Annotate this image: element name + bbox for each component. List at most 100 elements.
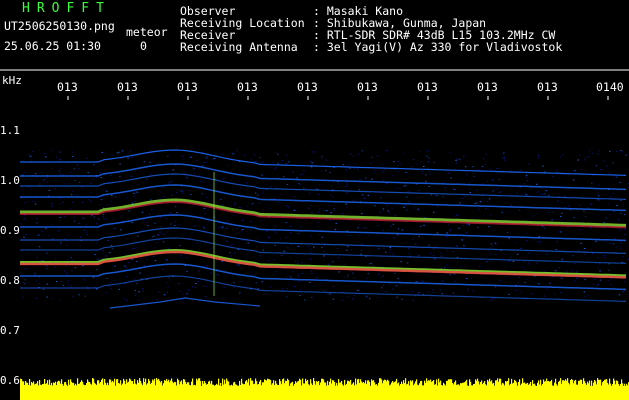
noise-speck xyxy=(121,150,124,152)
noise-speck xyxy=(119,163,121,165)
noise-speck xyxy=(133,195,135,197)
noise-speck xyxy=(457,261,459,263)
noise-speck xyxy=(166,292,168,294)
noise-speck xyxy=(239,207,241,208)
noise-speck xyxy=(63,216,66,218)
noise-speck xyxy=(500,191,502,193)
noise-speck xyxy=(551,219,553,221)
noise-speck xyxy=(50,150,53,152)
noise-speck xyxy=(103,188,106,190)
noise-speck xyxy=(510,256,512,258)
noise-speck xyxy=(573,217,575,219)
time-tick-8: 013 xyxy=(477,80,498,94)
noise-speck xyxy=(106,204,108,206)
noise-speck xyxy=(564,235,566,237)
noise-speck xyxy=(230,244,232,246)
noise-speck xyxy=(319,282,321,284)
noise-speck xyxy=(264,240,267,242)
noise-speck xyxy=(206,264,208,266)
noise-speck xyxy=(504,260,507,262)
noise-speck xyxy=(309,258,312,260)
noise-speck xyxy=(596,285,598,287)
noise-speck xyxy=(59,299,61,300)
noise-speck xyxy=(225,240,228,242)
noise-speck xyxy=(287,275,289,277)
noise-speck xyxy=(253,161,255,162)
noise-speck xyxy=(181,192,183,194)
noise-speck xyxy=(46,296,48,298)
noise-speck xyxy=(556,241,558,243)
noise-speck xyxy=(497,281,499,283)
y-tick-0-7: 0.7 xyxy=(0,324,20,337)
noise-speck xyxy=(337,257,339,259)
noise-speck xyxy=(523,261,525,263)
noise-speck xyxy=(274,151,277,153)
time-tick-4: 013 xyxy=(237,80,258,94)
noise-speck xyxy=(561,219,564,221)
noise-speck xyxy=(387,210,389,212)
noise-speck xyxy=(71,151,74,153)
noise-speck xyxy=(380,287,383,289)
noise-speck xyxy=(492,190,494,192)
noise-speck xyxy=(603,256,606,258)
noise-speck xyxy=(603,222,605,223)
noise-speck xyxy=(612,192,614,194)
noise-speck xyxy=(64,238,66,240)
noise-speck xyxy=(624,290,626,292)
noise-speck xyxy=(381,170,383,172)
time-tick-2: 013 xyxy=(117,80,138,94)
noise-speck xyxy=(133,193,135,194)
noise-speck xyxy=(444,189,447,191)
noise-speck xyxy=(104,174,107,176)
noise-speck xyxy=(589,227,592,229)
noise-speck xyxy=(488,198,491,200)
noise-speck xyxy=(396,296,398,298)
noise-speck xyxy=(210,248,212,250)
noise-speck xyxy=(307,245,309,247)
noise-speck xyxy=(555,248,557,250)
noise-speck xyxy=(141,211,144,213)
noise-speck xyxy=(561,212,563,214)
noise-speck xyxy=(416,254,419,255)
noise-speck xyxy=(261,174,263,176)
noise-speck xyxy=(397,171,399,173)
noise-speck xyxy=(110,201,112,202)
noise-speck xyxy=(346,250,348,251)
noise-speck xyxy=(440,255,443,257)
noise-speck xyxy=(361,213,363,215)
noise-speck xyxy=(180,254,182,256)
signal-trace xyxy=(20,184,627,212)
noise-speck xyxy=(350,153,352,155)
noise-speck xyxy=(274,244,276,246)
noise-speck xyxy=(262,190,264,192)
noise-speck xyxy=(455,159,457,161)
noise-speck xyxy=(254,192,257,194)
y-tick-0-6: 0.6 xyxy=(0,374,20,387)
noise-speck xyxy=(545,235,547,237)
noise-speck xyxy=(386,183,388,185)
noise-speck xyxy=(198,270,200,272)
noise-speck xyxy=(279,238,281,240)
noise-speck xyxy=(30,178,33,180)
noise-speck xyxy=(364,227,367,229)
noise-speck xyxy=(567,205,570,207)
noise-speck xyxy=(273,231,276,233)
noise-speck xyxy=(432,292,435,293)
noise-speck xyxy=(285,222,288,224)
noise-speck xyxy=(122,220,124,222)
noise-speck xyxy=(332,298,335,300)
noise-speck xyxy=(75,194,78,196)
noise-speck xyxy=(441,280,443,282)
noise-speck xyxy=(520,247,522,249)
noise-speck xyxy=(46,252,48,254)
noise-speck xyxy=(320,157,323,159)
noise-speck xyxy=(99,204,101,206)
noise-speck xyxy=(328,264,330,266)
noise-speck xyxy=(544,171,546,173)
noise-speck xyxy=(458,227,460,229)
noise-speck xyxy=(464,196,466,197)
noise-speck xyxy=(24,283,26,285)
noise-speck xyxy=(134,191,136,193)
noise-speck xyxy=(149,199,152,201)
noise-speck xyxy=(310,251,313,252)
